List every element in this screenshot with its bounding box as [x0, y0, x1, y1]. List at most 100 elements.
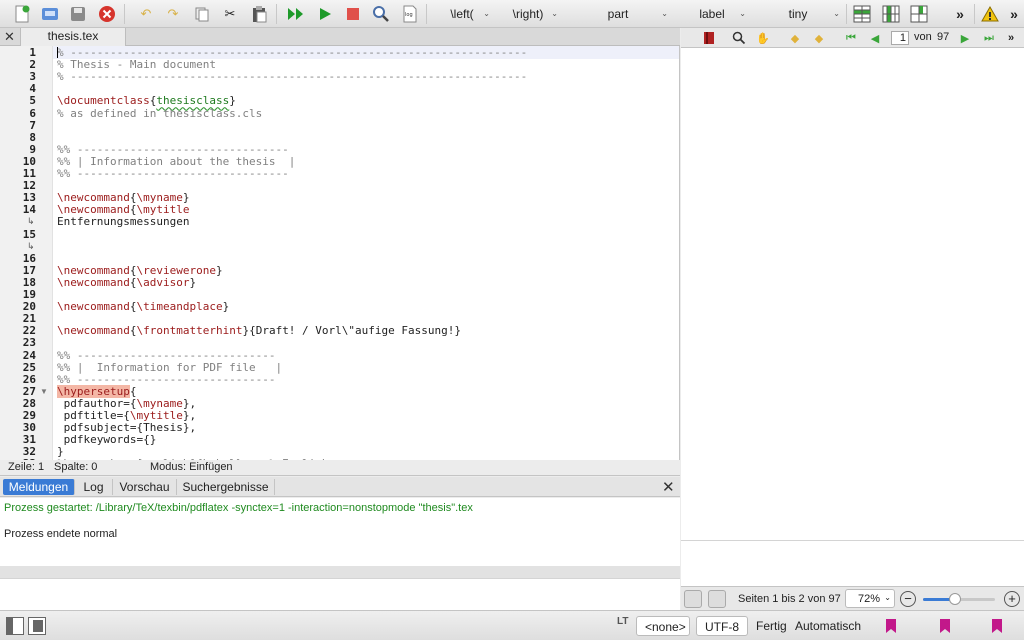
line-text: %% -------------------------------- — [57, 167, 289, 180]
highlighted-command: \hypersetup — [57, 384, 130, 398]
latex-command: \newcommand — [57, 300, 130, 314]
table-cell-icon[interactable] — [909, 4, 929, 24]
left-delimiter-label: \left( — [450, 7, 474, 21]
view-log-icon[interactable]: log — [400, 4, 420, 24]
sync-lock-icon[interactable] — [684, 590, 702, 608]
previous-page-icon[interactable]: ◀ — [867, 30, 883, 46]
code-editor[interactable]: 1 2 3 4 5 6 7 8 9 10 11 12 13 14 ↳ 15 ↳ 16 17 18 19 20 21 22 23 2… — [0, 46, 680, 460]
next-page-icon[interactable]: ▶ — [957, 30, 973, 46]
paste-icon[interactable] — [249, 4, 269, 24]
code-line: \newcommand{\frontmatterhint}{Draft! / V… — [57, 325, 461, 337]
zoom-in-icon[interactable]: + — [1004, 591, 1020, 607]
line-text: %% | Information for PDF file | — [57, 360, 283, 374]
pdf-search-icon[interactable] — [731, 30, 747, 46]
messages-scrollbar[interactable] — [0, 566, 680, 578]
line-text: pdfsubject={Thesis}, — [57, 421, 197, 435]
last-page-icon[interactable]: ⏭ — [981, 30, 997, 46]
copy-icon[interactable] — [192, 4, 212, 24]
stop-icon[interactable] — [343, 4, 363, 24]
svg-text:log: log — [405, 12, 413, 18]
toolbar-more-icon[interactable]: » — [950, 4, 970, 24]
tab-log[interactable]: Log — [75, 479, 113, 495]
bookmark-icon[interactable] — [884, 618, 898, 637]
line-number: 17 — [22, 263, 36, 277]
close-document-icon[interactable] — [97, 4, 117, 24]
zoom-slider[interactable] — [923, 593, 995, 605]
hand-tool-icon[interactable]: ✋ — [755, 30, 771, 46]
line-number: 14 — [22, 203, 36, 217]
left-delimiter-combo[interactable]: \left( ⌄ — [432, 5, 492, 23]
size-combo[interactable]: tiny ⌄ — [754, 5, 842, 23]
redo-icon[interactable]: ↷ — [163, 4, 183, 24]
autocheck-mode[interactable]: Automatisch — [795, 619, 861, 633]
compile-state: Fertig — [756, 619, 787, 633]
zoom-out-icon[interactable]: − — [900, 591, 916, 607]
pdf-status-bar: Seiten 1 bis 2 von 97 72% ⌄ − + — [681, 586, 1024, 610]
sync-follow-icon[interactable] — [708, 590, 726, 608]
brace-rest: } — [229, 94, 236, 108]
tab-vorschau[interactable]: Vorschau — [113, 479, 177, 495]
zoom-select[interactable]: 72% ⌄ — [845, 589, 895, 608]
bookmark-next-icon[interactable] — [990, 618, 1004, 637]
first-page-icon[interactable]: ⏮ — [843, 30, 859, 46]
line-number: 27 — [22, 384, 36, 398]
languagetool-icon[interactable]: LT — [617, 616, 628, 627]
brace-rest: } — [222, 300, 230, 314]
toggle-structure-icon[interactable] — [6, 617, 24, 635]
bookmark-previous-icon[interactable] — [938, 618, 952, 637]
encoding-select[interactable]: UTF-8 — [696, 616, 748, 636]
pdf-document-icon[interactable] — [701, 30, 717, 46]
line-number: 9 — [29, 142, 36, 156]
line-text: %% ------------------------------ — [57, 372, 276, 386]
reference-combo[interactable]: label ⌄ — [676, 5, 748, 23]
table-columns-icon[interactable] — [881, 4, 901, 24]
close-tab-icon[interactable]: ✕ — [4, 29, 15, 45]
pdf-preview-area[interactable] — [681, 48, 1024, 540]
undo-icon[interactable]: ↶ — [136, 4, 156, 24]
pdf-forward-icon[interactable]: ◆ — [811, 30, 827, 46]
brace-rest: } — [189, 275, 197, 289]
tab-thesis-tex[interactable]: thesis.tex — [20, 28, 126, 46]
toolbar-more-right-icon[interactable]: » — [1004, 4, 1024, 24]
pdf-back-icon[interactable]: ◆ — [787, 30, 803, 46]
line-text: % --------------------------------------… — [57, 46, 528, 59]
code-line: \newcommand{\timeandplace} — [57, 301, 229, 313]
language-select[interactable]: <none> — [636, 616, 690, 636]
line-number: 15 — [22, 227, 36, 241]
tab-meldungen[interactable]: Meldungen — [3, 479, 75, 495]
tab-suchergebnisse[interactable]: Suchergebnisse — [177, 479, 275, 495]
compile-icon[interactable] — [315, 4, 335, 24]
line-number: 7 — [29, 118, 36, 132]
language-value: <none> — [645, 620, 686, 634]
right-delimiter-combo[interactable]: \right) ⌄ — [496, 5, 560, 23]
new-file-icon[interactable] — [12, 4, 32, 24]
latex-command: \newcommand — [57, 324, 130, 338]
table-rows-icon[interactable] — [852, 4, 872, 24]
view-pdf-icon[interactable] — [371, 4, 391, 24]
close-messages-icon[interactable]: ✕ — [662, 478, 675, 496]
save-icon[interactable] — [68, 4, 88, 24]
latex-command: \documentclass — [57, 94, 150, 108]
fold-toggle-icon[interactable]: ▼ — [40, 387, 48, 396]
reference-label: label — [699, 7, 725, 21]
sectioning-combo[interactable]: part ⌄ — [566, 5, 670, 23]
warning-icon[interactable] — [980, 4, 1000, 24]
brace: { — [129, 384, 137, 398]
latex-command: \newcommand — [57, 275, 130, 289]
page-number-input[interactable]: 1 — [891, 31, 909, 45]
brace-rest: } — [215, 263, 223, 277]
line-number: 24 — [22, 348, 36, 362]
line-number: 26 — [22, 372, 36, 386]
open-file-icon[interactable] — [40, 4, 60, 24]
main-toolbar: ↶ ↷ ✂ log \left( ⌄ \right) ⌄ part ⌄ labe… — [0, 0, 1024, 28]
build-view-icon[interactable] — [286, 4, 306, 24]
latex-command: \newcommand — [57, 203, 130, 217]
cut-icon[interactable]: ✂ — [220, 4, 240, 24]
cursor-line-status: Zeile: 1 — [8, 461, 45, 473]
chevron-down-icon: ⌄ — [551, 9, 558, 18]
line-number: 23 — [22, 336, 36, 350]
zoom-slider-knob[interactable] — [949, 593, 962, 605]
pdf-more-icon[interactable]: » — [1003, 30, 1019, 46]
toggle-messages-icon[interactable] — [28, 617, 46, 635]
line-wrap-icon: ↳ — [27, 216, 35, 227]
